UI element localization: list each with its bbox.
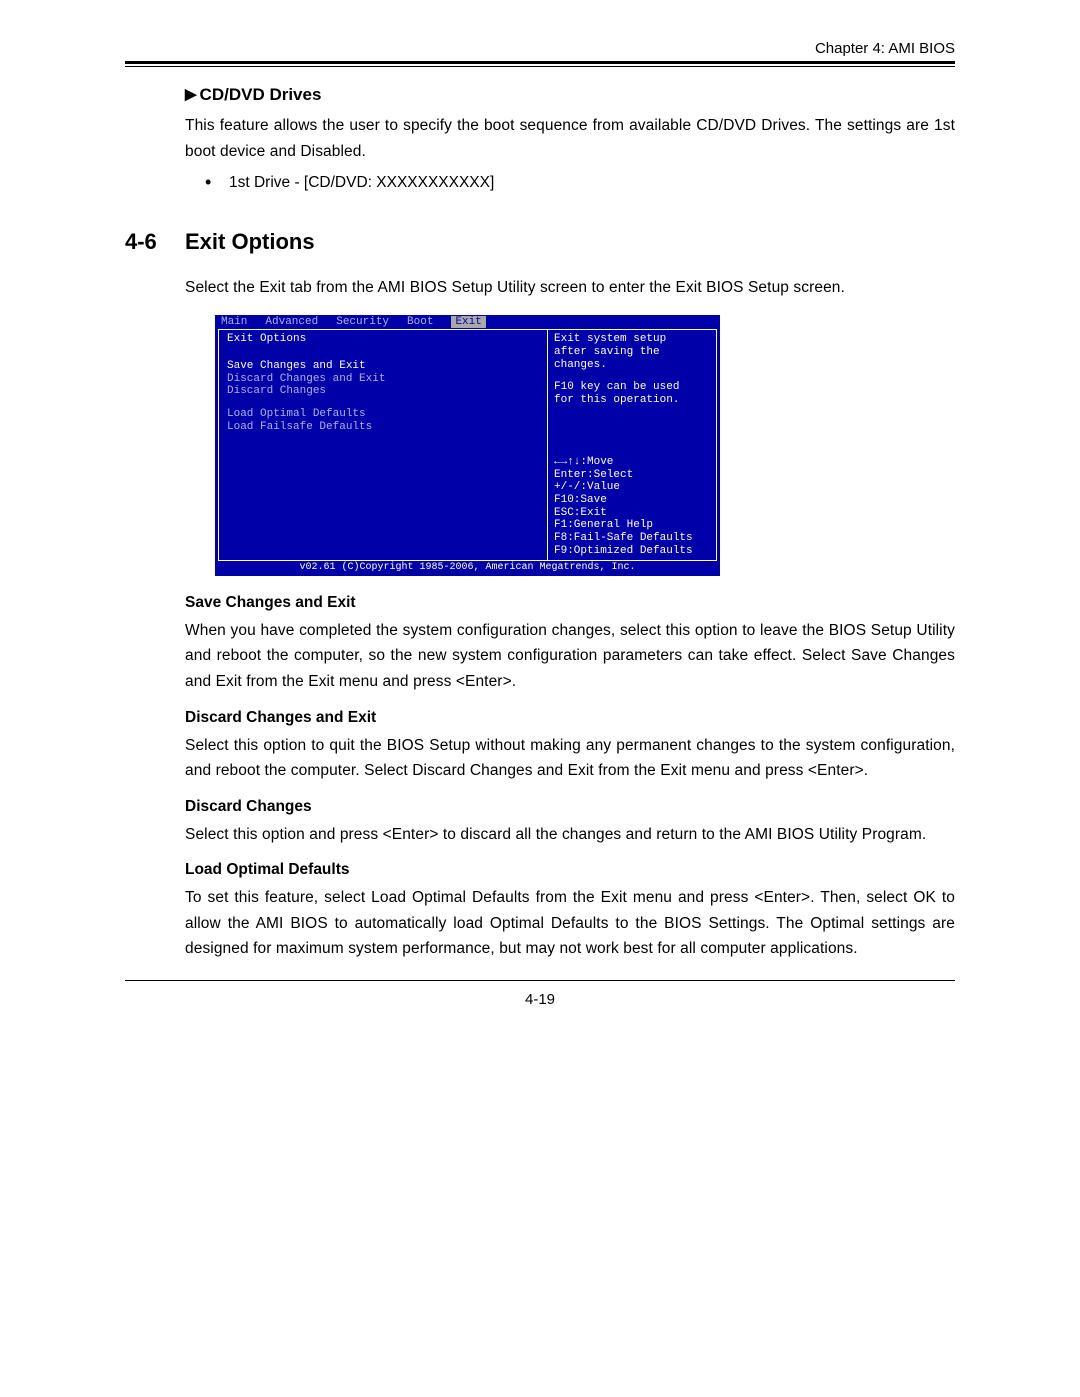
bios-help-line: changes. [554,359,710,372]
bios-menubar: Main Advanced Security Boot Exit [215,315,720,330]
bios-tab-advanced[interactable]: Advanced [265,316,318,329]
bios-item-discard-exit[interactable]: Discard Changes and Exit [227,373,539,386]
header-rule [125,61,955,67]
opt-body-discard-exit: Select this option to quit the BIOS Setu… [125,733,955,784]
chapter-header: Chapter 4: AMI BIOS [125,40,955,57]
opt-body-save-exit: When you have completed the system confi… [125,618,955,695]
opt-body-discard: Select this option and press <Enter> to … [125,822,955,848]
bios-key-line: ESC:Exit [554,507,710,520]
bios-help-line: after saving the [554,346,710,359]
cddvd-paragraph: This feature allows the user to specify … [125,113,955,164]
bios-item-save-exit[interactable]: Save Changes and Exit [227,360,539,373]
opt-head-discard: Discard Changes [125,798,955,816]
cddvd-bullet-text: 1st Drive - [CD/DVD: XXXXXXXXXXX] [229,174,494,191]
bios-key-line: F9:Optimized Defaults [554,545,710,558]
bios-key-hints: ←→↑↓:Move Enter:Select +/-/:Value F10:Sa… [554,456,710,557]
bios-key-line: F10:Save [554,494,710,507]
bios-item-discard[interactable]: Discard Changes [227,385,539,398]
opt-head-save-exit: Save Changes and Exit [125,594,955,612]
bios-copyright: v02.61 (C)Copyright 1985-2006, American … [215,561,720,576]
bios-screenshot: Main Advanced Security Boot Exit Exit Op… [215,315,955,576]
bios-key-line: F1:General Help [554,519,710,532]
section-heading: 4-6Exit Options [125,229,955,255]
bios-help-line: Exit system setup [554,333,710,346]
bios-help-line: for this operation. [554,394,710,407]
footer-rule [125,980,955,981]
opt-head-load-optimal: Load Optimal Defaults [125,861,955,879]
cddvd-heading: ▶CD/DVD Drives [125,85,955,105]
cddvd-heading-text: CD/DVD Drives [200,85,322,104]
bios-tab-exit[interactable]: Exit [451,316,485,329]
bios-help-text: Exit system setup after saving the chang… [554,333,710,406]
triangle-right-icon: ▶ [185,85,197,103]
opt-head-discard-exit: Discard Changes and Exit [125,709,955,727]
page-number: 4-19 [125,991,955,1008]
bios-left-panel: Exit Options Save Changes and Exit Disca… [218,329,547,561]
bios-right-panel: Exit system setup after saving the chang… [547,329,717,561]
cddvd-bullet-row: •1st Drive - [CD/DVD: XXXXXXXXXXX] [125,172,955,193]
section-intro: Select the Exit tab from the AMI BIOS Se… [125,275,955,301]
bios-tab-main[interactable]: Main [221,316,247,329]
bios-tab-security[interactable]: Security [336,316,389,329]
bios-item-load-optimal[interactable]: Load Optimal Defaults [227,408,539,421]
bios-panel-title: Exit Options [227,333,539,346]
bullet-icon: • [205,172,229,193]
bios-key-line: ←→↑↓:Move [554,456,710,469]
section-number: 4-6 [125,229,185,255]
bios-help-line: F10 key can be used [554,381,710,394]
section-title: Exit Options [185,229,315,254]
bios-key-line: F8:Fail-Safe Defaults [554,532,710,545]
bios-tab-boot[interactable]: Boot [407,316,433,329]
bios-item-load-failsafe[interactable]: Load Failsafe Defaults [227,421,539,434]
bios-key-line: Enter:Select [554,469,710,482]
opt-body-load-optimal: To set this feature, select Load Optimal… [125,885,955,962]
bios-key-line: +/-/:Value [554,481,710,494]
